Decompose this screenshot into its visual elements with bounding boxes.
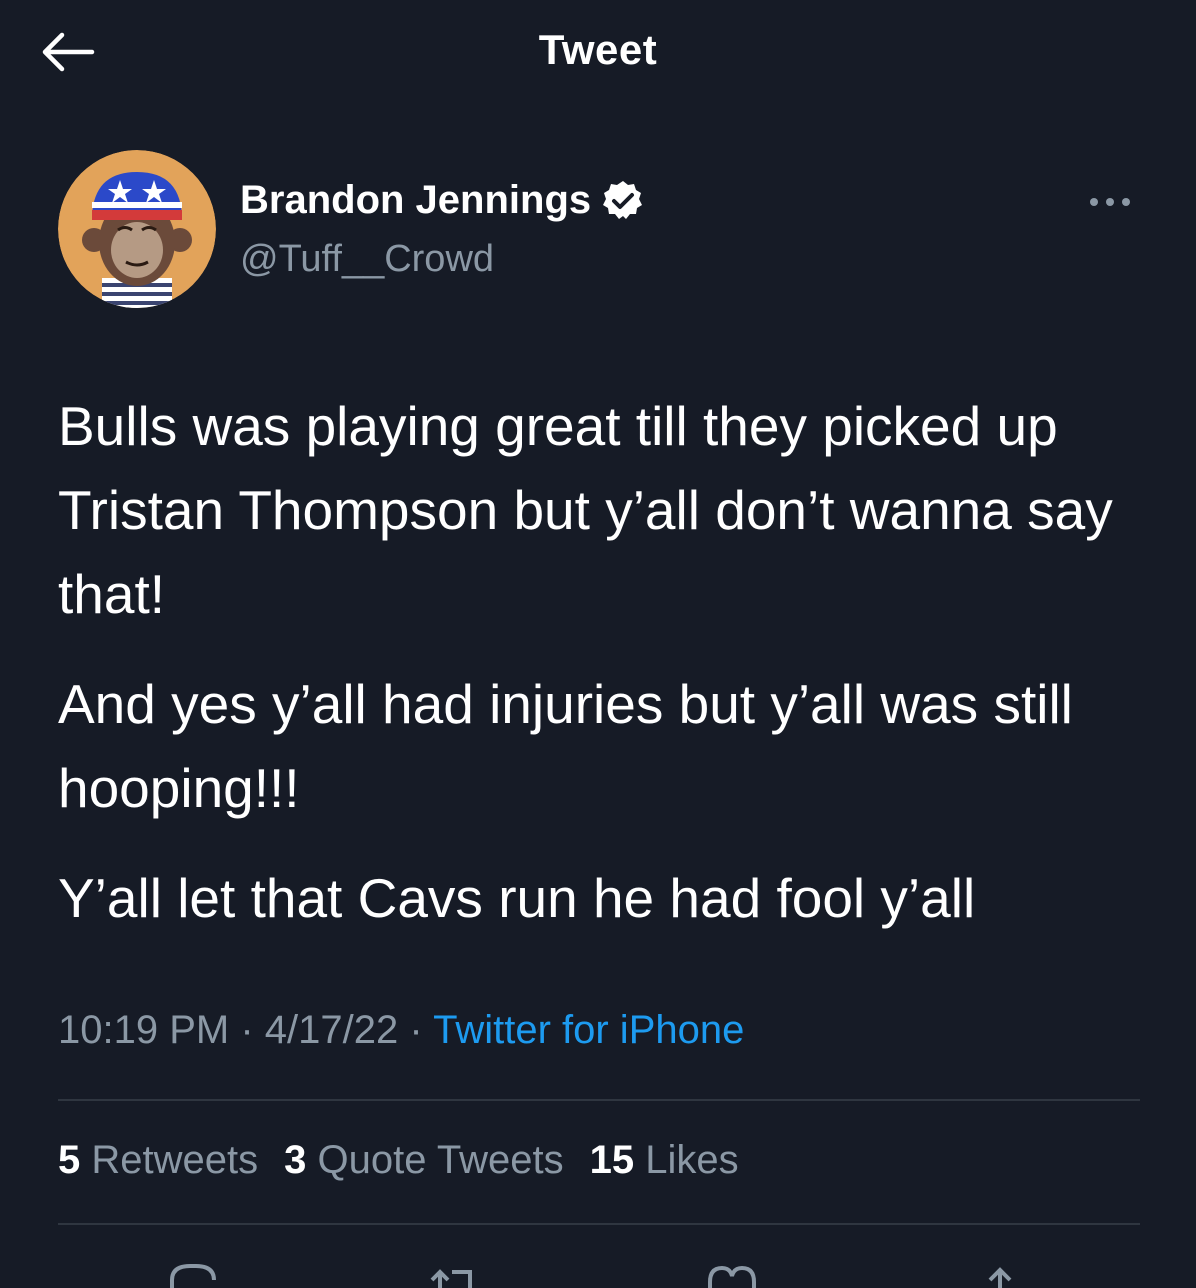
likes-stat[interactable]: 15 Likes (590, 1138, 739, 1183)
page-title: Tweet (538, 26, 658, 73)
name-row: Brandon Jennings (240, 178, 645, 223)
quote-tweets-count: 3 (284, 1138, 307, 1182)
tweet-time: 10:19 PM (58, 1008, 230, 1052)
reply-button[interactable] (162, 1256, 222, 1288)
divider (58, 1223, 1140, 1225)
tweet-paragraph: Bulls was playing great till they picked… (58, 395, 1113, 625)
like-icon (708, 1265, 756, 1288)
tweet-metadata: 10:19 PM · 4/17/22 · Twitter for iPhone (58, 1008, 744, 1053)
like-button[interactable] (702, 1256, 762, 1288)
display-name[interactable]: Brandon Jennings (240, 178, 591, 223)
retweets-count: 5 (58, 1138, 81, 1182)
meta-separator: · (409, 1008, 423, 1052)
more-horizontal-icon (1090, 198, 1130, 206)
engagement-stats: 5 Retweets 3 Quote Tweets 15 Likes (58, 1138, 765, 1183)
action-bar (58, 1256, 1140, 1288)
share-button[interactable] (970, 1256, 1030, 1288)
retweets-label: Retweets (91, 1138, 259, 1182)
tweet-text: Bulls was playing great till they picked… (58, 384, 1148, 966)
verified-badge-icon (603, 180, 643, 219)
retweet-button[interactable] (426, 1256, 486, 1288)
quote-tweets-stat[interactable]: 3 Quote Tweets (284, 1138, 563, 1183)
tweet-author: Brandon Jennings @Tuff__Crowd (58, 150, 1140, 310)
tweet-paragraph: Y’all let that Cavs run he had fool y’al… (58, 867, 976, 929)
tweet-paragraph: And yes y’all had injuries but y’all was… (58, 673, 1073, 819)
avatar[interactable] (58, 150, 216, 308)
likes-label: Likes (645, 1138, 739, 1182)
top-bar: Tweet (0, 0, 1196, 104)
user-handle[interactable]: @Tuff__Crowd (240, 238, 494, 281)
tweet-date: 4/17/22 (264, 1008, 399, 1052)
likes-count: 15 (589, 1138, 635, 1182)
retweets-stat[interactable]: 5 Retweets (58, 1138, 258, 1183)
tweet-source-link[interactable]: Twitter for iPhone (433, 1008, 744, 1052)
share-icon (988, 1267, 1012, 1288)
ape-avatar-icon (58, 150, 216, 308)
quote-tweets-label: Quote Tweets (317, 1138, 564, 1182)
retweet-icon (430, 1269, 472, 1288)
more-button[interactable] (1080, 184, 1140, 220)
reply-icon (170, 1264, 216, 1288)
divider (58, 1099, 1140, 1101)
meta-separator: · (240, 1008, 254, 1052)
